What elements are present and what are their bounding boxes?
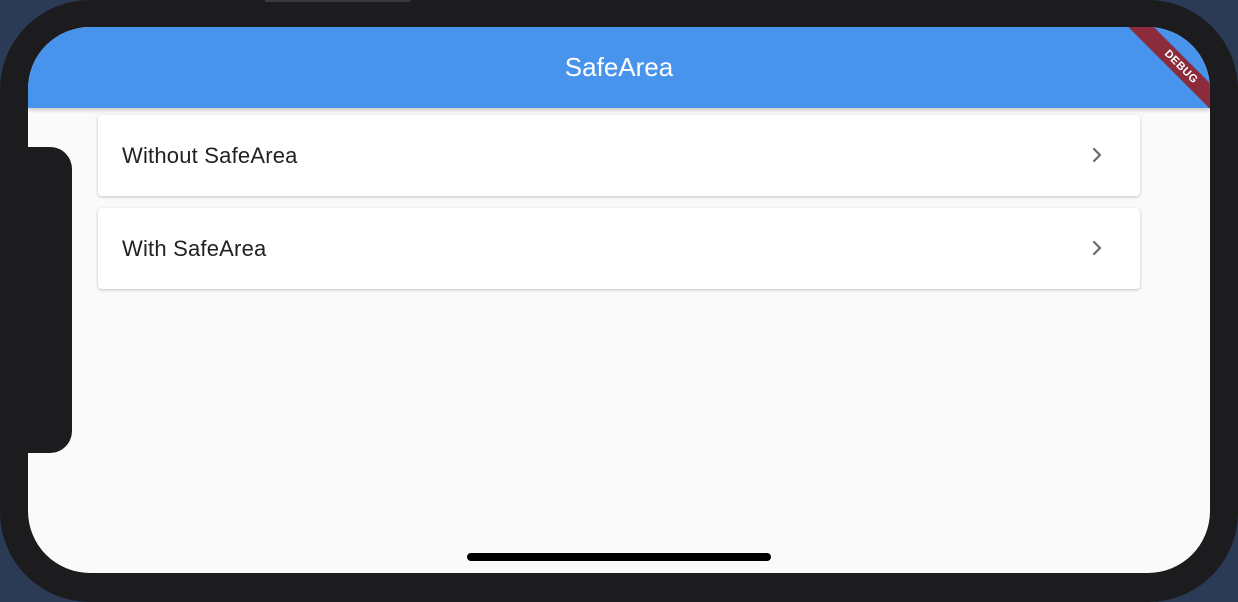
list-item-with-safearea[interactable]: With SafeArea	[98, 208, 1140, 289]
chevron-right-icon	[1092, 240, 1102, 256]
camera-notch	[28, 147, 72, 453]
list-item-label: Without SafeArea	[122, 143, 298, 168]
navigation-list: Without SafeArea With SafeArea	[98, 115, 1140, 301]
home-indicator[interactable]	[467, 553, 771, 561]
debug-banner-label: DEBUG	[1128, 27, 1210, 120]
list-item-label: With SafeArea	[122, 236, 267, 261]
list-item-without-safearea[interactable]: Without SafeArea	[98, 115, 1140, 196]
chevron-right-icon	[1092, 147, 1102, 163]
app-screen: SafeArea DEBUG Without SafeArea With Saf…	[28, 27, 1210, 573]
page-title: SafeArea	[564, 52, 674, 82]
debug-banner: DEBUG	[1090, 27, 1210, 147]
side-button	[265, 0, 410, 2]
app-bar: SafeArea	[28, 27, 1210, 108]
